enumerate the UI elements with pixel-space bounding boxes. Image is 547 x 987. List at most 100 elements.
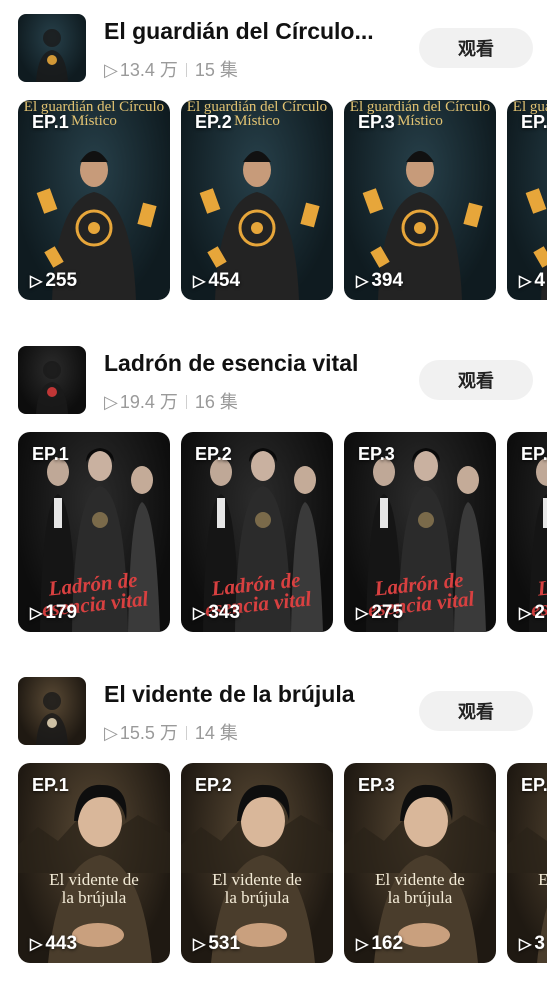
episode-views: ▷ 394 [356, 270, 403, 292]
episode-label: EP.2 [195, 775, 232, 795]
episode-views-count: 4 [534, 270, 545, 291]
episode-strip[interactable]: El guardián del Círculo Místico EP.1 ▷ 25… [18, 100, 547, 300]
play-icon: ▷ [104, 392, 118, 412]
episode-card[interactable]: El vidente de la brújula EP.1 ▷ 443 [18, 763, 170, 963]
show-episodes: 16 集 [194, 392, 238, 412]
episode-card[interactable]: El vidente de la brújula EP.3 ▷ 162 [344, 763, 496, 963]
episode-views-count: 394 [371, 270, 404, 291]
play-icon: ▷ [104, 60, 118, 80]
episode-card[interactable]: El guardián del Círculo Místico EP.3 ▷ 39… [344, 100, 496, 300]
play-icon: ▷ [356, 273, 369, 290]
divider [185, 63, 187, 77]
episode-views-count: 443 [45, 933, 78, 954]
episode-views-count: 255 [45, 270, 78, 291]
episode-card[interactable]: Ladrón de esencia vital EP.1 ▷ 179 [18, 432, 170, 632]
episode-label: EP.2 [195, 444, 232, 464]
episode-label: EP.3 [358, 444, 395, 464]
episode-views-count: 3 [534, 933, 545, 954]
show-header: El vidente de la brújula ▷ 15.5 万 14 集 观看 [18, 677, 547, 749]
episode-views-count: 179 [45, 602, 78, 623]
show-meta: ▷ 15.5 万 14 集 [104, 719, 238, 745]
play-icon: ▷ [519, 605, 532, 622]
poster-title: El vidente de la brújula [49, 870, 139, 907]
play-icon: ▷ [519, 936, 532, 953]
episode-views: ▷ 2 [519, 602, 545, 624]
watch-button[interactable]: 观看 [419, 360, 533, 400]
episode-card[interactable]: El guardián del Círculo Místico EP.1 ▷ 25… [18, 100, 170, 300]
poster-title: El vidente de la brújula [538, 870, 547, 889]
show-thumbnail[interactable] [18, 346, 86, 414]
episode-views: ▷ 531 [193, 933, 240, 955]
episode-card[interactable]: Ladrón de esencia vital EP.4 ▷2 [507, 432, 547, 632]
episode-views: ▷ 3 [519, 933, 545, 955]
episode-views-count: 343 [208, 602, 241, 623]
episode-views: ▷ 4 [519, 270, 545, 292]
episode-strip[interactable]: El vidente de la brújula EP.1 ▷ 443 El vi… [18, 763, 547, 963]
episode-card[interactable]: El vidente de la brújula EP.4 ▷3 [507, 763, 547, 963]
play-icon: ▷ [193, 936, 206, 953]
poster-title: El vidente de la brújula [375, 870, 465, 907]
episode-label: EP.4 [521, 112, 547, 132]
episode-label: EP.4 [521, 444, 547, 464]
show-views: 19.4 万 [119, 392, 178, 412]
show-thumbnail[interactable] [18, 14, 86, 82]
episode-label: EP.2 [195, 112, 232, 132]
play-icon: ▷ [30, 605, 43, 622]
episode-views: ▷ 343 [193, 602, 240, 624]
episode-card[interactable]: Ladrón de esencia vital EP.2 ▷ 343 [181, 432, 333, 632]
figure-icon [36, 361, 68, 414]
play-icon: ▷ [30, 273, 43, 290]
show-thumbnail[interactable] [18, 677, 86, 745]
episode-views: ▷ 162 [356, 933, 403, 955]
watch-button[interactable]: 观看 [419, 691, 533, 731]
episode-views-count: 454 [208, 270, 241, 291]
episode-card[interactable]: El guardián del Círculo Místico EP.4 ▷4 [507, 100, 547, 300]
episode-strip[interactable]: Ladrón de esencia vital EP.1 ▷ 179 Ladrón… [18, 432, 547, 632]
show-title[interactable]: El vidente de la brújula [104, 681, 404, 708]
poster-title: El vidente de la brújula [212, 870, 302, 907]
episode-label: EP.4 [521, 775, 547, 795]
play-icon: ▷ [356, 605, 369, 622]
episode-label: EP.1 [32, 444, 69, 464]
show-header: Ladrón de esencia vital ▷ 19.4 万 16 集 观看 [18, 346, 547, 418]
show-views: 15.5 万 [119, 723, 178, 743]
show-meta: ▷ 13.4 万 15 集 [104, 56, 238, 82]
watch-button[interactable]: 观看 [419, 28, 533, 68]
play-icon: ▷ [193, 273, 206, 290]
figure-icon [36, 29, 68, 82]
episode-views-count: 162 [371, 933, 404, 954]
episode-views-count: 531 [208, 933, 241, 954]
episode-card[interactable]: El guardián del Círculo Místico EP.2 ▷ 45… [181, 100, 333, 300]
episode-card[interactable]: Ladrón de esencia vital EP.3 ▷ 275 [344, 432, 496, 632]
episode-views-count: 275 [371, 602, 404, 623]
episode-label: EP.3 [358, 775, 395, 795]
show-episodes: 14 集 [194, 723, 238, 743]
episode-label: EP.1 [32, 775, 69, 795]
show-title[interactable]: Ladrón de esencia vital [104, 350, 404, 377]
episode-views: ▷ 454 [193, 270, 240, 292]
play-icon: ▷ [519, 273, 532, 290]
show-card: El guardián del Círculo... ▷ 13.4 万 15 集 观… [0, 14, 547, 324]
show-meta: ▷ 19.4 万 16 集 [104, 388, 238, 414]
show-card: El vidente de la brújula ▷ 15.5 万 14 集 观看 … [0, 677, 547, 987]
play-icon: ▷ [30, 936, 43, 953]
show-header: El guardián del Círculo... ▷ 13.4 万 15 集 观… [18, 14, 547, 86]
show-views: 13.4 万 [119, 60, 178, 80]
episode-views: ▷ 179 [30, 602, 77, 624]
figure-icon [36, 692, 68, 745]
play-icon: ▷ [104, 723, 118, 743]
play-icon: ▷ [356, 936, 369, 953]
episode-label: EP.1 [32, 112, 69, 132]
show-episodes: 15 集 [194, 60, 238, 80]
episode-views-count: 2 [534, 602, 545, 623]
show-card: Ladrón de esencia vital ▷19.4 万16 集 观看 [0, 346, 547, 656]
episode-card[interactable]: El vidente de la brújula EP.2 ▷ 531 [181, 763, 333, 963]
divider [185, 395, 187, 409]
show-title[interactable]: El guardián del Círculo... [104, 18, 404, 45]
episode-label: EP.3 [358, 112, 395, 132]
episode-views: ▷ 275 [356, 602, 403, 624]
divider [185, 726, 187, 740]
play-icon: ▷ [193, 605, 206, 622]
episode-views: ▷ 443 [30, 933, 77, 955]
episode-views: ▷ 255 [30, 270, 77, 292]
